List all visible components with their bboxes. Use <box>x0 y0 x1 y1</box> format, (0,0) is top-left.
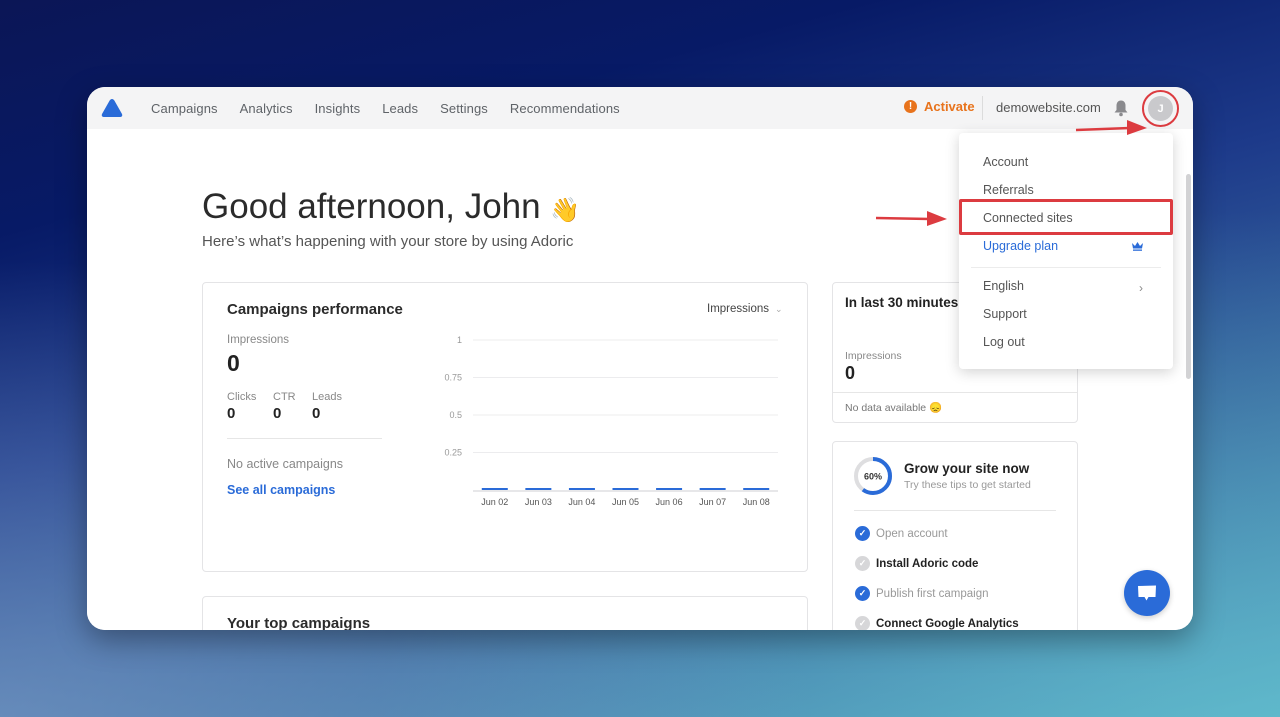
ctr-value: 0 <box>273 405 282 422</box>
adoric-logo-icon[interactable] <box>100 97 124 119</box>
top-campaigns-card: Your top campaigns <box>202 596 808 630</box>
task-connect-analytics[interactable]: ✓ Connect Google Analytics <box>855 616 1019 630</box>
card-title: In last 30 minutes <box>845 295 959 310</box>
check-icon: ✓ <box>855 526 870 541</box>
check-icon: ✓ <box>855 616 870 630</box>
site-selector[interactable]: demowebsite.com <box>996 100 1101 115</box>
wave-emoji-icon: 👋 <box>550 197 581 224</box>
user-dropdown-menu: Account Referrals Connected sites Upgrad… <box>959 133 1173 369</box>
check-icon: ✓ <box>855 586 870 601</box>
nav-insights[interactable]: Insights <box>315 101 361 116</box>
see-all-campaigns-link[interactable]: See all campaigns <box>227 483 335 497</box>
bar <box>656 488 683 490</box>
warning-icon: ! <box>904 100 917 113</box>
nav-settings[interactable]: Settings <box>440 101 488 116</box>
task-publish-campaign[interactable]: ✓ Publish first campaign <box>855 586 989 601</box>
bar <box>699 488 726 490</box>
no-active-campaigns-text: No active campaigns <box>227 457 344 471</box>
metric-select-value: Impressions <box>707 303 769 315</box>
page-subtitle: Here’s what’s happening with your store … <box>202 233 574 250</box>
progress-label: 60% <box>864 472 882 482</box>
impressions-label: Impressions <box>845 350 902 362</box>
nav-recommendations[interactable]: Recommendations <box>510 101 620 116</box>
performance-chart: 1 0.75 0.5 0.25 Jun 02 Jun 03 Jun 04 Jun 05 Jun … <box>444 335 778 507</box>
divider <box>227 438 382 439</box>
card-title: Your top campaigns <box>227 615 371 630</box>
task-open-account[interactable]: ✓ Open account <box>855 526 948 541</box>
card-title: Campaigns performance <box>227 301 403 318</box>
bell-icon[interactable] <box>1113 99 1129 117</box>
menu-item-account[interactable]: Account <box>983 155 1028 169</box>
bar <box>568 488 595 490</box>
check-icon: ✓ <box>855 556 870 571</box>
nav-campaigns[interactable]: Campaigns <box>151 101 218 116</box>
impressions-value: 0 <box>227 350 240 376</box>
user-avatar[interactable]: J <box>1148 96 1173 121</box>
impressions-label: Impressions <box>227 334 289 346</box>
x-tick-label: Jun 06 <box>656 497 683 507</box>
leads-label: Leads <box>312 391 342 403</box>
bar <box>743 488 770 490</box>
chat-bubble-icon <box>1138 585 1156 601</box>
x-tick-label: Jun 04 <box>568 497 595 507</box>
metric-select[interactable]: Impressions ⌄ <box>707 303 783 315</box>
clicks-value: 0 <box>227 405 236 422</box>
greeting-text: Good afternoon, John <box>202 187 541 226</box>
menu-item-logout[interactable]: Log out <box>983 335 1025 349</box>
menu-item-referrals[interactable]: Referrals <box>983 183 1034 197</box>
campaigns-performance-card: Campaigns performance Impressions ⌄ Impr… <box>202 282 808 572</box>
nav-menu: Campaigns Analytics Insights Leads Setti… <box>151 87 642 129</box>
ctr-label: CTR <box>273 391 296 403</box>
nav-analytics[interactable]: Analytics <box>240 101 293 116</box>
activate-label: Activate <box>924 99 975 114</box>
divider <box>833 392 1077 393</box>
x-tick-label: Jun 03 <box>525 497 552 507</box>
menu-item-upgrade-plan[interactable]: Upgrade plan <box>983 239 1058 253</box>
clicks-label: Clicks <box>227 391 257 403</box>
x-tick-label: Jun 05 <box>612 497 639 507</box>
nav-divider <box>982 96 983 120</box>
x-tick-label: Jun 07 <box>699 497 726 507</box>
activate-button[interactable]: ! Activate <box>904 99 975 114</box>
x-tick-label: Jun 02 <box>481 497 508 507</box>
scrollbar-thumb[interactable] <box>1186 174 1191 379</box>
bar <box>525 488 552 490</box>
progress-ring: 60% <box>854 457 892 495</box>
menu-item-language[interactable]: English <box>983 279 1024 293</box>
impressions-value: 0 <box>845 363 856 383</box>
x-tick-label: Jun 08 <box>743 497 770 507</box>
nav-leads[interactable]: Leads <box>382 101 418 116</box>
y-tick-label: 0.75 <box>444 373 462 383</box>
menu-divider <box>971 267 1161 268</box>
leads-value: 0 <box>312 405 321 422</box>
app-window: Campaigns Analytics Insights Leads Setti… <box>87 87 1193 630</box>
y-tick-label: 1 <box>457 335 462 345</box>
no-data-text: No data available 😞 <box>845 402 943 414</box>
y-tick-label: 0.25 <box>444 448 462 458</box>
chevron-right-icon: › <box>1139 281 1143 295</box>
page-title: Good afternoon, John 👋 <box>202 187 580 227</box>
bar <box>612 488 639 490</box>
bar <box>481 488 508 490</box>
task-install-code[interactable]: ✓ Install Adoric code <box>855 556 978 571</box>
chevron-down-icon: ⌄ <box>775 303 783 314</box>
crown-icon <box>1132 242 1143 251</box>
card-title: Grow your site now <box>904 461 1030 476</box>
chat-button[interactable] <box>1124 570 1170 616</box>
menu-item-support[interactable]: Support <box>983 307 1027 321</box>
card-subtitle: Try these tips to get started <box>904 479 1031 491</box>
top-navbar: Campaigns Analytics Insights Leads Setti… <box>87 87 1193 129</box>
grow-site-card: 60% Grow your site now Try these tips to… <box>832 441 1078 630</box>
y-tick-label: 0.5 <box>449 410 462 420</box>
divider <box>854 510 1056 511</box>
menu-item-connected-sites[interactable]: Connected sites <box>983 211 1073 225</box>
